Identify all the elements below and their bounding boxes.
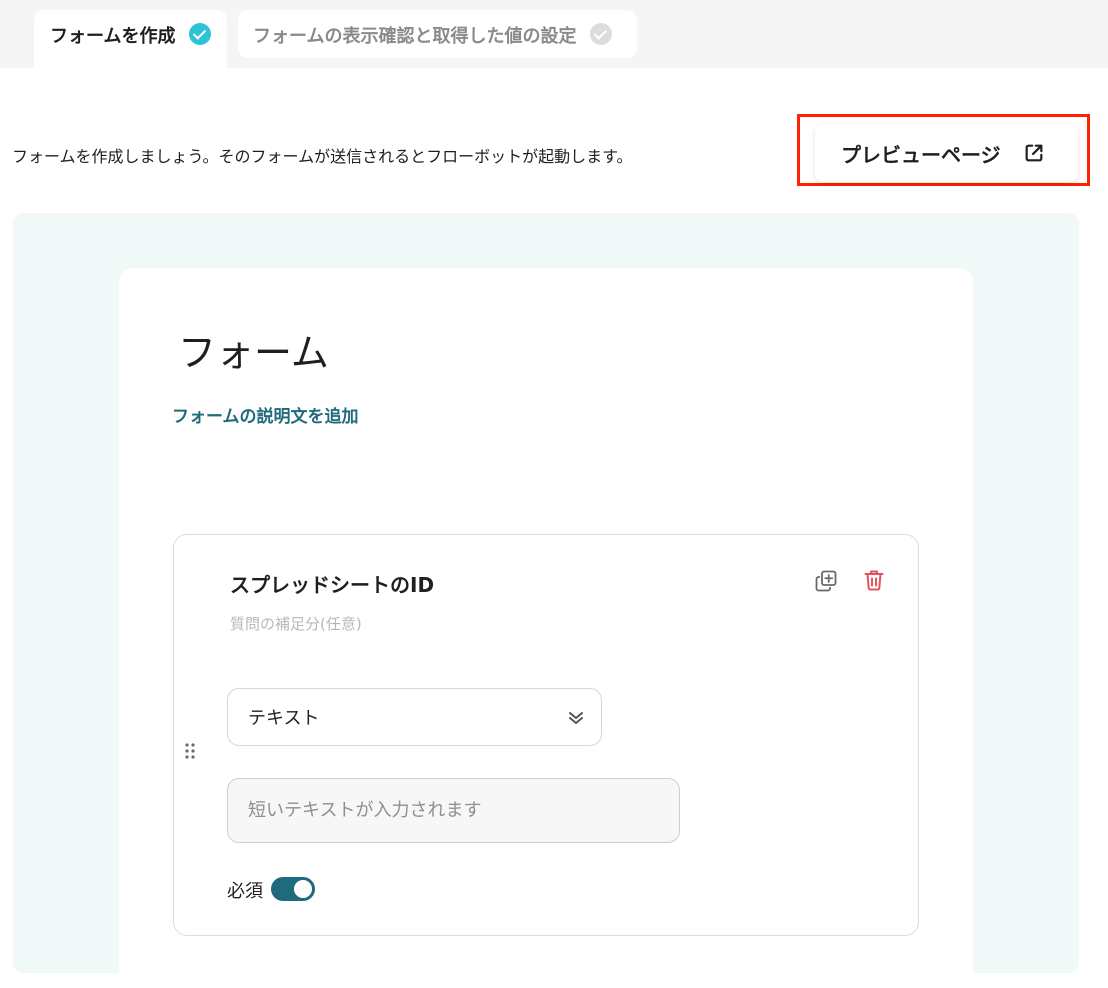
tab-create-form-label: フォームを作成 [50,26,176,47]
add-description-link[interactable]: フォームの説明文を追加 [172,402,359,427]
instruction-text: フォームを作成しましょう。そのフォームが送信されるとフローボットが起動します。 [12,147,633,166]
check-circle-icon [590,23,613,45]
preview-page-button-label: プレビューページ [841,142,1001,167]
question-title[interactable]: スプレッドシートのID [230,569,434,598]
tab-confirm-form[interactable]: フォームの表示確認と取得した値の設定 [238,10,637,58]
answer-preview-input[interactable] [227,778,680,843]
question-type-value: テキスト [248,708,320,729]
trash-icon[interactable] [862,568,886,592]
toggle-knob [294,880,312,898]
drag-handle-icon[interactable] [184,742,196,760]
required-toggle[interactable] [271,877,315,901]
question-hint[interactable]: 質問の補足分(任意) [230,613,362,634]
external-link-icon [1025,144,1043,162]
question-type-select[interactable]: テキスト [227,688,602,746]
duplicate-icon[interactable] [814,569,838,593]
required-label: 必須 [227,881,263,902]
tab-create-form[interactable]: フォームを作成 [34,10,227,68]
chevron-down-icon [569,712,583,724]
tab-confirm-form-label: フォームの表示確認と取得した値の設定 [253,26,577,47]
form-title[interactable]: フォーム [178,322,329,377]
step-tabs: フォームを作成 フォームの表示確認と取得した値の設定 [0,0,1108,68]
check-circle-icon [189,23,212,45]
preview-page-button[interactable]: プレビューページ [815,124,1078,182]
